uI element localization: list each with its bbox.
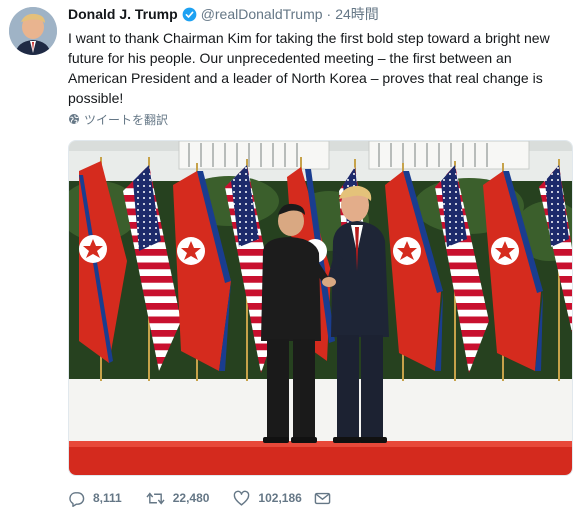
like-button[interactable]: 102,186 bbox=[233, 490, 302, 507]
like-count: 102,186 bbox=[258, 491, 302, 505]
envelope-icon bbox=[314, 492, 331, 504]
reply-count: 8,111 bbox=[93, 491, 122, 505]
heart-icon bbox=[234, 490, 250, 506]
verified-badge-icon bbox=[182, 7, 197, 22]
retweet-count: 22,480 bbox=[172, 491, 210, 505]
tweet-actions: 8,111 22,480 102,186 bbox=[68, 488, 363, 508]
tweet-text: I want to thank Chairman Kim for taking … bbox=[68, 30, 550, 106]
direct-message-button[interactable] bbox=[314, 490, 339, 507]
retweet-button[interactable]: 22,480 bbox=[146, 490, 210, 507]
tweet-header: Donald J. Trump @realDonaldTrump · 24時間 bbox=[68, 5, 379, 23]
tweet-timestamp[interactable]: 24時間 bbox=[335, 4, 379, 24]
avatar[interactable] bbox=[9, 7, 57, 55]
retweet-icon bbox=[146, 491, 165, 505]
tweet-photo[interactable] bbox=[68, 140, 573, 476]
author-handle[interactable]: @realDonaldTrump bbox=[201, 6, 323, 22]
separator-dot: · bbox=[326, 6, 332, 22]
translate-tweet-link[interactable]: ツイートを翻訳 bbox=[68, 111, 168, 127]
globe-icon bbox=[69, 114, 79, 124]
photo-flags-handshake bbox=[69, 141, 572, 475]
reply-button[interactable]: 8,111 bbox=[68, 490, 122, 507]
reply-icon bbox=[69, 491, 85, 507]
author-name[interactable]: Donald J. Trump bbox=[68, 6, 178, 22]
avatar-image bbox=[9, 7, 57, 55]
translate-label: ツイートを翻訳 bbox=[84, 112, 169, 127]
